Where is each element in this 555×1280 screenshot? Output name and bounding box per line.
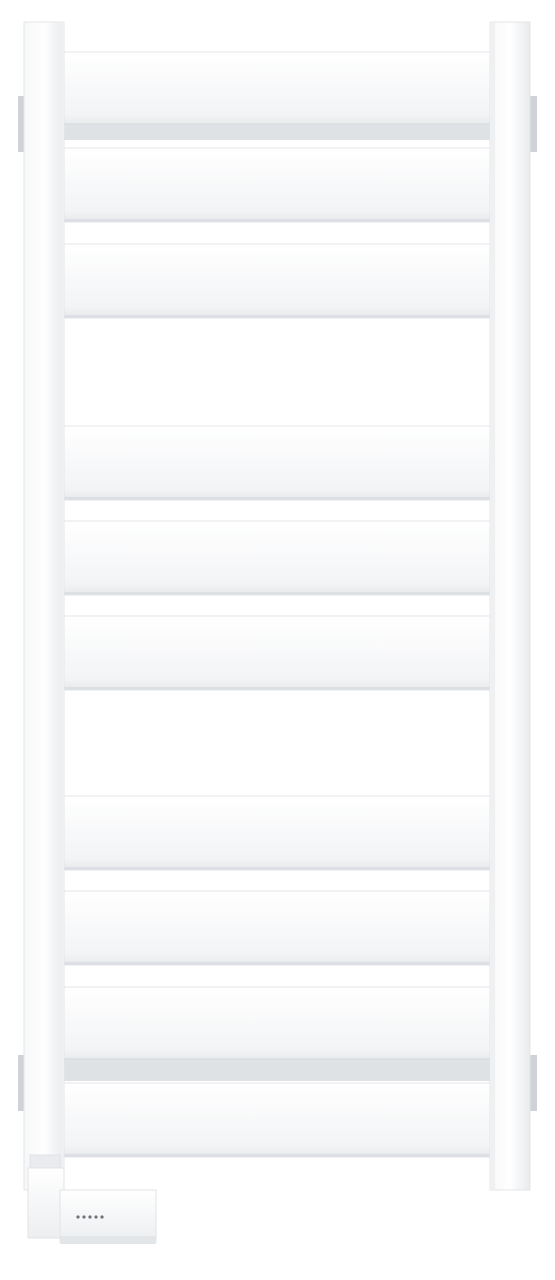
control-unit [27,1154,157,1244]
towel-radiator [18,21,537,1244]
panels [61,51,493,1158]
radiator-panel [61,890,493,966]
radiator-panel [61,51,493,127]
radiator-panel [61,520,493,596]
radiator-panel [61,425,493,501]
indicator-dot [100,1215,104,1219]
panel-edge-shadow [62,497,492,500]
radiator-panel [61,1082,493,1158]
right-rail [489,21,531,1191]
radiator-panel [61,243,493,319]
panel-edge-shadow [62,687,492,690]
radiator-panel [61,795,493,871]
radiator-panel [61,147,493,223]
indicator-dot [76,1215,80,1219]
indicator-dot [82,1215,86,1219]
panel-edge-shadow [62,315,492,318]
panel-edge-shadow [62,123,492,126]
left-rail [23,21,65,1191]
panel-edge-shadow [62,867,492,870]
panel-edge-shadow [62,1154,492,1157]
panel-edge-shadow [62,219,492,222]
panel-edge-shadow [62,962,492,965]
radiator-panel [61,986,493,1062]
panel-edge-shadow [62,1058,492,1061]
product-photo [0,0,555,1280]
radiator-panel [61,615,493,691]
panel-edge-shadow [62,592,492,595]
indicator-dot [94,1215,98,1219]
indicator-dot [88,1215,92,1219]
